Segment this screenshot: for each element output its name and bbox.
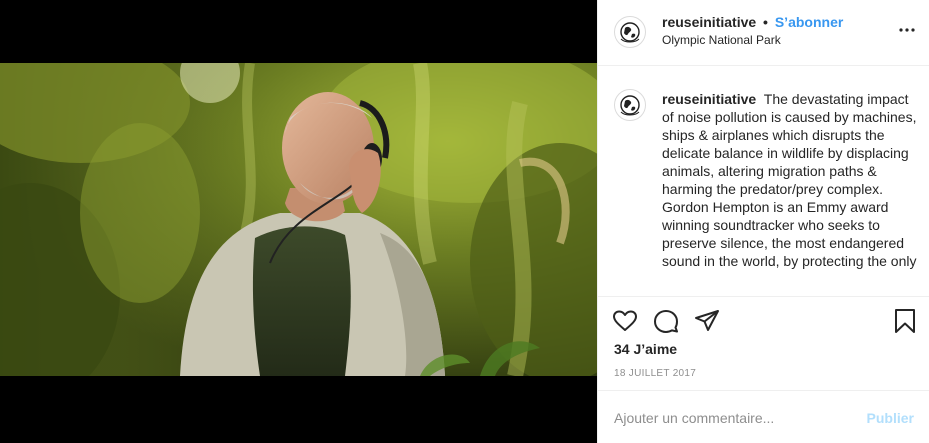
- heart-icon: [613, 310, 637, 331]
- caption-username[interactable]: reuseinitiative: [662, 91, 756, 107]
- profile-avatar[interactable]: [614, 16, 646, 48]
- caption-text: The devastating impact of noise pollutio…: [662, 91, 917, 269]
- media-panel: [0, 0, 597, 443]
- globe-logo-icon: [620, 22, 640, 43]
- man-with-headphones-in-forest-image: [0, 63, 597, 376]
- bookmark-icon: [895, 309, 915, 333]
- caption-avatar[interactable]: [614, 89, 646, 121]
- paper-plane-icon: [695, 310, 719, 331]
- header-separator: •: [763, 14, 768, 30]
- share-button[interactable]: [694, 308, 720, 334]
- follow-button[interactable]: S’abonner: [775, 14, 843, 30]
- globe-logo-icon: [620, 95, 640, 116]
- comment-input[interactable]: [614, 408, 844, 428]
- location-link[interactable]: Olympic National Park: [662, 33, 781, 47]
- post-side-panel: reuseinitiative • S’abonner Olympic Nati…: [597, 0, 929, 443]
- header-username[interactable]: reuseinitiative: [662, 14, 756, 30]
- post-actions: 34 J’aime 18 JUILLET 2017: [598, 296, 929, 390]
- post-header: reuseinitiative • S’abonner Olympic Nati…: [598, 0, 929, 66]
- post-caption: reuseinitiative The devastating impact o…: [662, 90, 924, 270]
- save-button[interactable]: [892, 308, 918, 334]
- likes-count[interactable]: 34 J’aime: [614, 341, 677, 357]
- caption-area: reuseinitiative The devastating impact o…: [598, 67, 929, 295]
- publish-button[interactable]: Publier: [867, 410, 914, 426]
- more-options-icon[interactable]: [898, 26, 916, 34]
- comment-button[interactable]: [653, 308, 679, 334]
- comment-bubble-icon: [654, 310, 678, 333]
- post-photo[interactable]: [0, 63, 597, 376]
- post-date[interactable]: 18 JUILLET 2017: [614, 368, 696, 379]
- like-button[interactable]: [612, 308, 638, 334]
- header-user-line: reuseinitiative • S’abonner: [662, 14, 843, 30]
- comment-bar: Publier: [598, 390, 929, 443]
